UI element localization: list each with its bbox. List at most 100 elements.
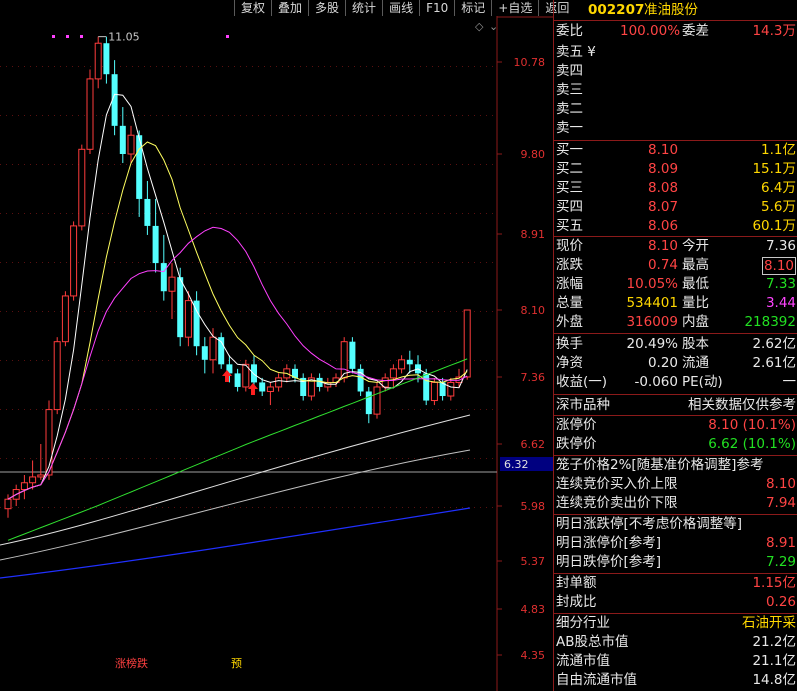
quote-value: 8.10 xyxy=(761,257,796,275)
toolbar-btn-0[interactable]: 复权 xyxy=(234,0,272,16)
candle xyxy=(266,386,274,392)
ask-row: 卖一 xyxy=(556,119,797,138)
y-tick-label: 6.62 xyxy=(521,438,546,451)
tomorrow-label: 明日跌停价[参考] xyxy=(556,554,662,570)
mcap-label: 自由流通市值 xyxy=(556,672,637,688)
bid-price: 8.07 xyxy=(648,199,679,215)
candle xyxy=(389,368,397,379)
quote-value: 534401 xyxy=(626,295,678,311)
ma5-line xyxy=(7,93,468,500)
quote-label: 内盘 xyxy=(682,314,709,330)
ask-label: 卖五 xyxy=(556,44,583,60)
candle xyxy=(152,225,159,264)
bid-price: 8.06 xyxy=(648,218,679,234)
candle xyxy=(78,148,86,227)
mcap-value: 14.8亿 xyxy=(752,672,796,688)
toolbar-btn-6[interactable]: 标记 xyxy=(454,0,492,16)
kline-chart[interactable]: 10.78 9.80 8.91 8.10 7.36 6.62 5.98 5.37 4.83 4.3… xyxy=(0,0,553,691)
limit-row: 跌停价 6.62 (10.1%) xyxy=(556,435,797,454)
toolbar-btn-7[interactable]: +自选 xyxy=(491,0,539,16)
tomorrow-title: 明日涨跌停[不考虑价格调整等] xyxy=(556,515,797,534)
stat-value: 2.61亿 xyxy=(752,355,796,371)
bid-row[interactable]: 买一 8.10 1.1亿 xyxy=(556,141,797,160)
limit-value: 6.62 (10.1%) xyxy=(708,436,796,452)
stat-label: 净资 xyxy=(556,355,583,371)
mcap-label: 流通市值 xyxy=(556,653,610,669)
industry-label: 细分行业 xyxy=(556,615,610,631)
mcap-value: 21.1亿 xyxy=(752,653,796,669)
candle xyxy=(37,474,45,478)
candle xyxy=(365,391,372,415)
order-ratio-value: 100.00% xyxy=(620,23,681,39)
candle xyxy=(103,43,110,75)
quote-row: 外盘 316009 内盘 218392 xyxy=(556,313,797,332)
cage-row: 连续竞价买入价上限 8.10 xyxy=(556,475,797,494)
y-tick-label: 5.37 xyxy=(521,555,546,568)
ma120-line xyxy=(0,414,471,546)
bid-row[interactable]: 买三 8.08 6.4万 xyxy=(556,179,797,198)
tomorrow-title-text: 明日涨跌停[不考虑价格调整等] xyxy=(556,516,743,532)
toolbar-btn-3[interactable]: 统计 xyxy=(345,0,383,16)
bid-row[interactable]: 买五 8.06 60.1万 xyxy=(556,217,797,236)
candle xyxy=(119,125,126,154)
mcap-row: 自由流通市值 14.8亿 xyxy=(556,671,797,690)
limit-up-tag: 涨榜跌 xyxy=(115,656,148,670)
candle xyxy=(463,309,471,378)
ask-label: 卖一 xyxy=(556,120,583,136)
toolbar-btn-2[interactable]: 多股 xyxy=(308,0,346,16)
ma-long-line xyxy=(0,507,471,579)
cage-title: 笼子价格2%[随基准价格调整]参考 xyxy=(556,456,797,475)
candle xyxy=(259,382,266,392)
mcap-value: 21.2亿 xyxy=(752,634,796,650)
toolbar-btn-1[interactable]: 叠加 xyxy=(271,0,309,16)
quote-value: 7.36 xyxy=(765,238,796,254)
candle xyxy=(373,386,381,415)
toolbar-btn-5[interactable]: F10 xyxy=(419,0,455,16)
market-row: 深市品种 相关数据仅供参考 xyxy=(556,396,797,415)
candle xyxy=(70,225,78,297)
quote-label: 今开 xyxy=(682,238,709,254)
candle xyxy=(160,263,167,292)
order-diff-value: 14.3万 xyxy=(752,23,796,39)
quote-value: 3.44 xyxy=(765,295,796,311)
cage-row: 连续竞价卖出价下限 7.94 xyxy=(556,494,797,513)
seal-label: 封单额 xyxy=(556,575,597,591)
candle xyxy=(349,341,356,369)
bid-volume: 1.1亿 xyxy=(761,142,796,158)
stat-value: 一 xyxy=(782,374,797,390)
signal-dot xyxy=(52,35,55,38)
bid-volume: 60.1万 xyxy=(752,218,796,234)
quote-label: 最高 xyxy=(682,257,709,273)
tomorrow-row: 明日跌停价[参考] 7.29 xyxy=(556,553,797,572)
bid-label: 买四 xyxy=(556,199,583,215)
y-tick-label: 10.78 xyxy=(514,56,546,69)
bid-price: 8.09 xyxy=(648,161,679,177)
toolbar-btn-4[interactable]: 画线 xyxy=(382,0,420,16)
cage-value: 8.10 xyxy=(765,476,796,492)
order-ratio-label: 委比 xyxy=(556,23,583,39)
market-note: 相关数据仅供参考 xyxy=(688,397,796,413)
ask-row: 卖三 xyxy=(556,81,797,100)
candle xyxy=(234,373,241,387)
cage-value: 7.94 xyxy=(765,495,796,511)
bid-row[interactable]: 买四 8.07 5.6万 xyxy=(556,198,797,217)
mcap-row: 流通市值 21.1亿 xyxy=(556,652,797,671)
stat-label: 换手 xyxy=(556,336,583,352)
quote-label: 最低 xyxy=(682,276,709,292)
bid-price: 8.08 xyxy=(648,180,679,196)
bid-row[interactable]: 买二 8.09 15.1万 xyxy=(556,160,797,179)
industry-value[interactable]: 石油开采 xyxy=(742,614,796,633)
candle xyxy=(447,381,455,397)
stat-row: 净资 0.20 流通 2.61亿 xyxy=(556,354,797,373)
stock-code: 002207 xyxy=(588,2,645,18)
quote-label: 现价 xyxy=(556,238,583,254)
candle xyxy=(251,364,257,383)
buy-arrow-icon xyxy=(248,383,258,395)
collapse-icon[interactable]: ⌄ xyxy=(489,20,498,33)
industry-row[interactable]: 细分行业 石油开采 xyxy=(556,614,797,633)
candle xyxy=(201,346,208,360)
ma250-line xyxy=(0,449,471,561)
y-tick-label: 7.36 xyxy=(521,371,546,384)
expand-icon[interactable]: ◇ xyxy=(475,20,484,33)
quote-row: 涨跌 0.74 最高 8.10 xyxy=(556,256,797,275)
